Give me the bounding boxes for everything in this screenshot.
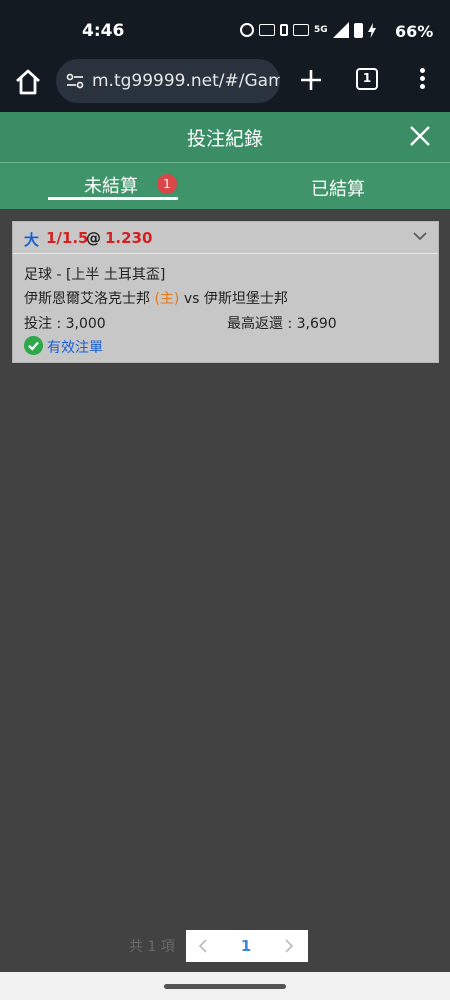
page-title: 投注紀錄 bbox=[186, 128, 263, 150]
url-text[interactable]: m.tg99999.net/#/Gam bbox=[92, 71, 280, 91]
bet-odds: 1.230 bbox=[105, 229, 153, 247]
tab-settled[interactable]: 已結算 bbox=[258, 163, 418, 210]
active-tab-indicator bbox=[48, 197, 178, 200]
vs-label: vs bbox=[183, 291, 200, 307]
pagination: 1 bbox=[186, 930, 308, 962]
away-team: 伊斯坦堡士邦 bbox=[203, 291, 288, 307]
tab-unsettled-label: 未結算 bbox=[84, 176, 138, 197]
status-bar: 4:46 5G 66% bbox=[0, 0, 450, 56]
more-menu-icon[interactable] bbox=[413, 66, 431, 94]
plus-icon[interactable] bbox=[297, 66, 325, 94]
bet-line: 1/1.5 bbox=[46, 229, 89, 247]
auto-icon bbox=[259, 24, 275, 36]
bet-status-label: 有效注單 bbox=[47, 340, 103, 356]
vibrate-icon bbox=[280, 24, 288, 36]
bet-at: @ bbox=[86, 229, 101, 247]
5g-icon: 5G bbox=[314, 25, 328, 35]
bet-side: 大 bbox=[24, 231, 40, 249]
pagination-total: 共 1 項 bbox=[129, 939, 175, 955]
alarm-icon bbox=[240, 23, 254, 37]
battery-percent: 66% bbox=[395, 22, 434, 41]
home-icon[interactable] bbox=[12, 66, 44, 98]
charging-icon bbox=[367, 22, 376, 38]
home-team: 伊斯恩爾艾洛克士邦 bbox=[24, 291, 150, 307]
home-indicator[interactable] bbox=[164, 984, 286, 989]
lte-icon bbox=[293, 24, 309, 36]
battery-icon bbox=[353, 22, 363, 38]
chevron-right-icon[interactable] bbox=[282, 938, 296, 954]
close-icon[interactable] bbox=[408, 124, 432, 148]
bet-stake: 投注 : 3,000 bbox=[24, 316, 106, 332]
bet-card[interactable]: 大 1/1.5 @ 1.230 足球 - [上半 土耳其盃] 伊斯恩爾艾洛克士邦… bbox=[12, 221, 439, 363]
chevron-left-icon[interactable] bbox=[196, 938, 210, 954]
browser-toolbar: m.tg99999.net/#/Gam 1 bbox=[0, 56, 450, 112]
tab-bar: 未結算 1 已結算 bbox=[0, 162, 450, 209]
bet-max-return: 最高返還 : 3,690 bbox=[227, 316, 337, 332]
bet-header[interactable]: 大 1/1.5 @ 1.230 bbox=[13, 222, 438, 254]
home-tag: (主) bbox=[154, 291, 180, 307]
tab-settled-label: 已結算 bbox=[311, 179, 365, 200]
address-bar[interactable]: m.tg99999.net/#/Gam bbox=[56, 59, 280, 103]
page-number[interactable]: 1 bbox=[236, 937, 256, 955]
site-settings-icon[interactable] bbox=[65, 71, 85, 91]
app-header: 投注紀錄 bbox=[0, 112, 450, 162]
tab-unsettled[interactable]: 未結算 1 bbox=[48, 163, 178, 210]
check-circle-icon bbox=[24, 336, 43, 355]
signal-icon bbox=[332, 22, 349, 38]
bet-league: 足球 - [上半 土耳其盃] bbox=[24, 267, 166, 283]
tabs-icon[interactable]: 1 bbox=[356, 68, 378, 90]
status-icons: 5G bbox=[240, 22, 376, 38]
status-time: 4:46 bbox=[82, 21, 125, 41]
unsettled-count-badge: 1 bbox=[157, 174, 177, 194]
bet-match: 伊斯恩爾艾洛克士邦 (主) vs 伊斯坦堡士邦 bbox=[24, 288, 288, 308]
chevron-down-icon[interactable] bbox=[413, 231, 427, 241]
